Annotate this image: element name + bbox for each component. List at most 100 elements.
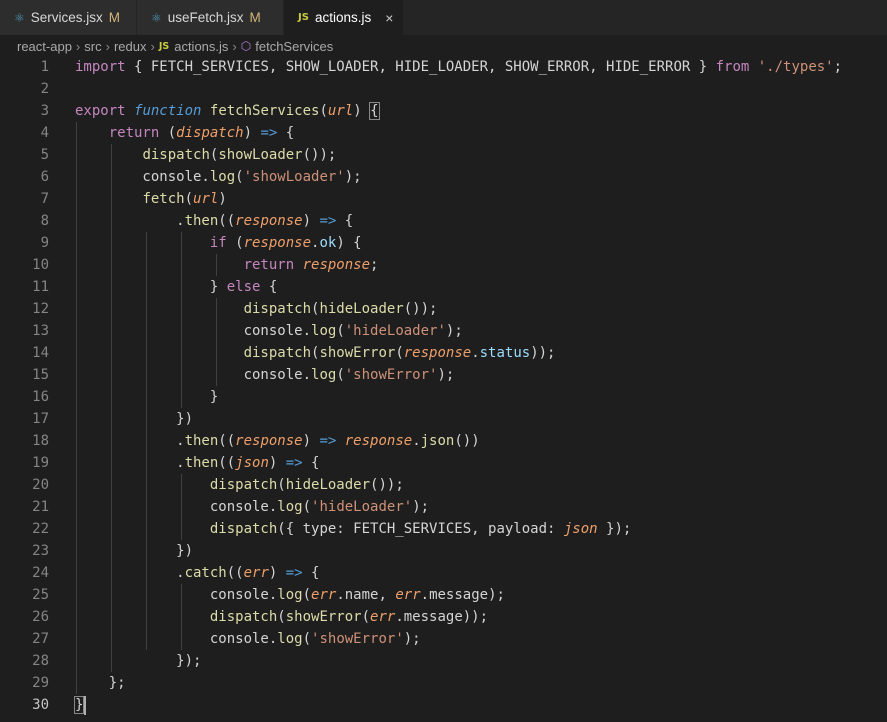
- tab-bar: ⚛ Services.jsx M ⚛ useFetch.jsx M JS act…: [0, 0, 887, 35]
- code-line: 15 console.log('showError');: [0, 364, 887, 386]
- code-text: });: [75, 653, 202, 669]
- code-editor[interactable]: 1 import { FETCH_SERVICES, SHOW_LOADER, H…: [0, 56, 887, 722]
- chevron-right-icon: ›: [75, 38, 81, 54]
- code-text: dispatch(hideLoader());: [243, 301, 438, 317]
- code-line: 8 .then((response) => {: [0, 210, 887, 232]
- line-number: 19: [32, 455, 49, 471]
- line-number: 7: [40, 191, 49, 207]
- code-line: 10 return response;: [0, 254, 887, 276]
- react-icon: ⚛: [14, 10, 25, 25]
- code-line: 13 console.log('hideLoader');: [0, 320, 887, 342]
- modified-badge: M: [108, 10, 121, 25]
- code-line: 18 .then((response) => response.json()): [0, 430, 887, 452]
- line-number: 13: [32, 323, 49, 339]
- code-text: return (dispatch) => {: [108, 125, 295, 141]
- code-text: import { FETCH_SERVICES, SHOW_LOADER, HI…: [75, 59, 843, 75]
- code-line: 2: [0, 78, 887, 100]
- code-text: }: [73, 696, 85, 714]
- line-number: 23: [32, 543, 49, 559]
- line-number: 16: [32, 389, 49, 405]
- line-number: 24: [32, 565, 49, 581]
- chevron-right-icon: ›: [105, 38, 110, 54]
- close-icon[interactable]: ×: [385, 10, 393, 26]
- code-line: 19 .then((json) => {: [0, 452, 887, 474]
- line-number: 28: [32, 653, 49, 669]
- code-text: if (response.ok) {: [209, 235, 362, 251]
- line-number: 6: [40, 169, 49, 185]
- code-text: dispatch(showLoader());: [142, 147, 337, 163]
- breadcrumb-item[interactable]: actions.js: [174, 39, 228, 54]
- line-number: 29: [32, 675, 49, 691]
- modified-badge: M: [249, 10, 261, 25]
- code-line: 4 return (dispatch) => {: [0, 122, 887, 144]
- code-line: 12 dispatch(hideLoader());: [0, 298, 887, 320]
- code-text: .then((response) => {: [75, 213, 354, 229]
- code-text: return response;: [243, 257, 379, 273]
- code-line: 16 }: [0, 386, 887, 408]
- code-line: 28 });: [0, 650, 887, 672]
- line-number: 4: [40, 125, 49, 141]
- line-number: 10: [32, 257, 49, 273]
- line-number: 3: [40, 103, 49, 119]
- code-line: 27 console.log('showError');: [0, 628, 887, 650]
- react-icon: ⚛: [151, 10, 162, 25]
- breadcrumb-item[interactable]: react-app: [17, 39, 72, 54]
- line-number: 9: [40, 235, 49, 251]
- code-text: console.log('showError');: [75, 367, 455, 383]
- code-text: console.log('hideLoader');: [75, 499, 430, 515]
- line-number: 1: [40, 59, 49, 75]
- code-text: } else {: [75, 279, 278, 295]
- js-icon: JS: [298, 12, 309, 23]
- line-number: 8: [40, 213, 49, 229]
- code-text: }: [75, 389, 219, 405]
- code-line: 26 dispatch(showError(err.message));: [0, 606, 887, 628]
- line-number: 20: [32, 477, 49, 493]
- line-number: 17: [32, 411, 49, 427]
- code-text: .then((json) => {: [75, 455, 320, 471]
- js-icon: JS: [158, 40, 170, 52]
- chevron-right-icon: ›: [232, 38, 237, 54]
- breadcrumb-item[interactable]: src: [84, 39, 101, 54]
- line-number: 25: [32, 587, 49, 603]
- line-number: 30: [32, 697, 49, 713]
- code-text: }): [75, 543, 194, 559]
- tab-usefetch[interactable]: ⚛ useFetch.jsx M: [137, 0, 284, 35]
- code-text: dispatch(showError(response.status));: [243, 345, 556, 361]
- tab-actions[interactable]: JS actions.js ×: [284, 0, 404, 35]
- code-line: 9 if (response.ok) {: [0, 232, 887, 254]
- line-number: 12: [32, 301, 49, 317]
- code-line: 23 }): [0, 540, 887, 562]
- tab-label: useFetch.jsx: [167, 10, 244, 25]
- text-cursor: [84, 696, 86, 715]
- tab-services[interactable]: ⚛ Services.jsx M: [0, 0, 137, 35]
- code-line: 1 import { FETCH_SERVICES, SHOW_LOADER, H…: [0, 56, 887, 78]
- code-text: .catch((err) => {: [75, 565, 320, 581]
- code-line: 25 console.log(err.name, err.message);: [0, 584, 887, 606]
- line-number: 11: [32, 279, 49, 295]
- code-line: 29 };: [0, 672, 887, 694]
- tab-label: Services.jsx: [30, 10, 103, 25]
- code-line: 7 fetch(url): [0, 188, 887, 210]
- code-text: };: [75, 675, 126, 691]
- line-number: 26: [32, 609, 49, 625]
- line-number: 5: [40, 147, 49, 163]
- breadcrumb-item[interactable]: fetchServices: [255, 39, 333, 54]
- line-number: 18: [32, 433, 49, 449]
- code-line: 11 } else {: [0, 276, 887, 298]
- code-line: 5 dispatch(showLoader());: [0, 144, 887, 166]
- chevron-right-icon: ›: [150, 38, 155, 54]
- code-line: 6 console.log('showLoader');: [0, 166, 887, 188]
- code-text: dispatch({ type: FETCH_SERVICES, payload…: [209, 521, 632, 537]
- code-text: export function fetchServices(url) {: [75, 102, 380, 120]
- code-text: console.log('showLoader');: [75, 169, 362, 185]
- line-number: 21: [32, 499, 49, 515]
- line-number: 27: [32, 631, 49, 647]
- code-line: 17 }): [0, 408, 887, 430]
- code-text: dispatch(showError(err.message));: [209, 609, 489, 625]
- code-text: console.log('hideLoader');: [75, 323, 463, 339]
- code-text: fetch(url): [142, 191, 227, 207]
- code-text: console.log('showError');: [75, 631, 421, 647]
- code-line: 24 .catch((err) => {: [0, 562, 887, 584]
- breadcrumb-item[interactable]: redux: [114, 39, 147, 54]
- breadcrumb: react-app › src › redux › JS actions.js …: [0, 35, 887, 57]
